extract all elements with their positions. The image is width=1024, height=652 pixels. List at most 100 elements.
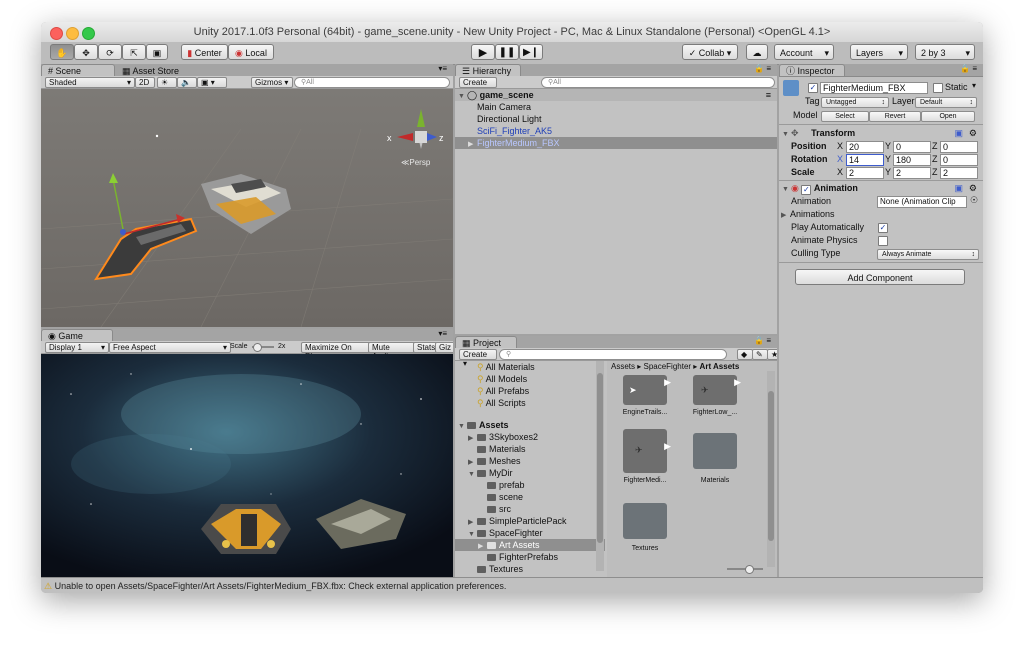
favorite-item[interactable]: ⚲ All Models bbox=[455, 373, 605, 385]
hierarchy-create-dropdown[interactable]: Create ▾ bbox=[459, 77, 497, 96]
position-y-field[interactable]: 0 bbox=[893, 141, 931, 153]
play-button[interactable]: ▶ bbox=[471, 44, 495, 60]
scene-root-row[interactable]: ▼ ◯ game_scene ≡ bbox=[455, 89, 777, 101]
project-lock-icon[interactable]: 🔒 ≡ bbox=[754, 336, 771, 345]
shading-dropdown[interactable]: Shaded ▾ bbox=[45, 77, 135, 88]
scale-slider-thumb[interactable] bbox=[253, 343, 262, 352]
add-component-button[interactable]: Add Component bbox=[795, 269, 965, 285]
breadcrumb-item[interactable]: Assets bbox=[611, 362, 635, 371]
move-tool-button[interactable]: ✥ bbox=[74, 44, 98, 60]
folder-fighterprefabs[interactable]: FighterPrefabs bbox=[455, 551, 605, 563]
tab-scene[interactable]: # Scene bbox=[41, 64, 115, 76]
rotation-z-field[interactable]: 0 bbox=[940, 154, 978, 166]
toggle-2d-button[interactable]: 2D bbox=[135, 77, 155, 88]
folder-textures[interactable]: Textures bbox=[455, 563, 605, 575]
scene-menu-icon[interactable]: ≡ bbox=[766, 89, 771, 101]
breadcrumb-item[interactable]: Art Assets bbox=[700, 362, 740, 371]
favorite-item[interactable]: ⚲ All Materials bbox=[455, 361, 605, 373]
game-gizmos-toggle[interactable]: Giz bbox=[435, 342, 453, 353]
tab-hierarchy[interactable]: ☰ Hierarchy bbox=[455, 64, 521, 76]
aspect-dropdown[interactable]: Free Aspect ▾ bbox=[109, 342, 231, 353]
object-picker-icon[interactable]: ☉ bbox=[970, 195, 978, 206]
help-icon[interactable]: ▣ bbox=[954, 182, 963, 194]
stats-toggle[interactable]: Stats bbox=[413, 342, 437, 353]
collab-dropdown[interactable]: ✓ Collab ▾ bbox=[682, 44, 738, 60]
account-dropdown[interactable]: Account ▾ bbox=[774, 44, 834, 60]
culling-type-dropdown[interactable]: Always Animate ↕ bbox=[877, 249, 979, 260]
model-select-button[interactable]: Select bbox=[821, 111, 869, 122]
gizmos-dropdown[interactable]: Gizmos ▾ bbox=[251, 77, 293, 88]
step-button[interactable]: ▶❙ bbox=[519, 44, 543, 60]
inspector-lock-icon[interactable]: 🔒 ≡ bbox=[960, 64, 977, 73]
scene-effects-dropdown[interactable]: ▣ ▾ bbox=[197, 77, 227, 88]
layers-dropdown[interactable]: Layers ▾ bbox=[850, 44, 908, 60]
folder-3skyboxes2[interactable]: ▶ 3Skyboxes2 bbox=[455, 431, 605, 443]
folder-prefab[interactable]: prefab bbox=[455, 479, 605, 491]
folder-simpleparticlepack[interactable]: ▶ SimpleParticlePack bbox=[455, 515, 605, 527]
scene-lighting-toggle[interactable]: ☀ bbox=[157, 77, 177, 88]
hierarchy-item-main-camera[interactable]: Main Camera bbox=[455, 101, 777, 113]
hierarchy-item-fighter-medium[interactable]: ▶ FighterMedium_FBX bbox=[455, 137, 777, 149]
folder-scene[interactable]: scene bbox=[455, 491, 605, 503]
folder-mydir[interactable]: ▼ MyDir bbox=[455, 467, 605, 479]
pivot-center-toggle[interactable]: ▮ Center bbox=[181, 44, 228, 60]
collapsed-triangle-icon[interactable]: ▶ bbox=[781, 210, 790, 222]
folder-src[interactable]: src bbox=[455, 503, 605, 515]
play-automatically-checkbox[interactable]: ✓ bbox=[878, 223, 888, 233]
play-preview-icon[interactable]: ▶ bbox=[734, 377, 741, 388]
cloud-button[interactable]: ☁ bbox=[746, 44, 768, 60]
scene-audio-toggle[interactable]: 🔈 bbox=[177, 77, 197, 88]
breadcrumb-item[interactable]: SpaceFighter bbox=[643, 362, 691, 371]
scale-tool-button[interactable]: ⇱ bbox=[122, 44, 146, 60]
favorite-item[interactable]: ⚲ All Scripts bbox=[455, 397, 605, 409]
folder-art-assets[interactable]: ▶ Art Assets bbox=[455, 539, 605, 551]
expand-triangle-icon[interactable]: ▼ bbox=[782, 129, 791, 141]
gear-icon[interactable]: ⚙ bbox=[969, 127, 977, 139]
tab-inspector[interactable]: ⓘ Inspector bbox=[779, 64, 845, 76]
folder-materials[interactable]: Materials bbox=[455, 443, 605, 455]
collapsed-triangle-icon[interactable]: ▶ bbox=[468, 139, 477, 151]
hand-tool-button[interactable]: ✋ bbox=[50, 44, 74, 60]
animation-enabled-checkbox[interactable]: ✓ bbox=[801, 185, 812, 195]
hierarchy-search-input[interactable]: ⚲All bbox=[541, 77, 775, 88]
scale-y-field[interactable]: 2 bbox=[893, 167, 931, 179]
scene-search-input[interactable]: ⚲All bbox=[294, 77, 450, 88]
layout-dropdown[interactable]: 2 by 3 ▾ bbox=[915, 44, 975, 60]
asset-thumb-fighterlow[interactable]: ✈ ▶ bbox=[693, 375, 741, 405]
hierarchy-lock-icon[interactable]: 🔒 ≡ bbox=[754, 64, 771, 73]
tab-game[interactable]: ◉ Game bbox=[41, 329, 113, 341]
favorite-item[interactable]: ⚲ All Prefabs bbox=[455, 385, 605, 397]
status-bar[interactable]: ⚠ Unable to open Assets/SpaceFighter/Art… bbox=[41, 577, 983, 593]
tree-scrollbar-thumb[interactable] bbox=[597, 373, 603, 543]
animations-foldout[interactable]: ▶ Animations bbox=[779, 208, 983, 220]
tree-scrollbar[interactable] bbox=[596, 361, 604, 571]
animation-header[interactable]: ▼ ◉ ✓ Animation ▣ ⚙ bbox=[779, 182, 983, 195]
asset-scrollbar[interactable] bbox=[767, 371, 775, 567]
static-dropdown-icon[interactable]: ▾ bbox=[972, 81, 976, 90]
model-revert-button[interactable]: Revert bbox=[869, 111, 921, 122]
folder-meshes[interactable]: ▶ Meshes bbox=[455, 455, 605, 467]
rect-tool-button[interactable]: ▣ bbox=[146, 44, 168, 60]
play-preview-icon[interactable]: ▶ bbox=[664, 441, 671, 452]
asset-scrollbar-thumb[interactable] bbox=[768, 391, 774, 541]
active-checkbox[interactable]: ✓ bbox=[808, 83, 818, 93]
panel-menu-icon[interactable]: ▾≡ bbox=[438, 64, 447, 73]
scale-z-field[interactable]: 2 bbox=[940, 167, 978, 179]
folder-assets[interactable]: ▼ Assets bbox=[455, 419, 605, 431]
folder-spacefighter[interactable]: ▼ SpaceFighter bbox=[455, 527, 605, 539]
layer-dropdown[interactable]: Default ↕ bbox=[915, 97, 977, 108]
animation-clip-field[interactable]: None (Animation Clip bbox=[877, 196, 967, 208]
pivot-local-toggle[interactable]: ◉ Local bbox=[228, 44, 274, 60]
asset-thumb-fightermedium[interactable]: ✈ ▶ bbox=[623, 429, 671, 473]
project-create-dropdown[interactable]: Create ▾ bbox=[459, 349, 497, 368]
scale-x-field[interactable]: 2 bbox=[846, 167, 884, 179]
animate-physics-checkbox[interactable] bbox=[878, 236, 888, 246]
display-dropdown[interactable]: Display 1 ▾ bbox=[45, 342, 109, 353]
maximize-on-play-toggle[interactable]: Maximize On Play bbox=[301, 342, 371, 361]
position-z-field[interactable]: 0 bbox=[940, 141, 978, 153]
tab-project[interactable]: ▦ Project bbox=[455, 336, 517, 348]
scene-viewport[interactable]: x z ≪Persp bbox=[41, 89, 453, 327]
filter-label-button[interactable]: ✎ bbox=[752, 349, 768, 360]
asset-folder-materials[interactable] bbox=[693, 433, 737, 469]
game-panel-menu-icon[interactable]: ▾≡ bbox=[438, 329, 447, 338]
